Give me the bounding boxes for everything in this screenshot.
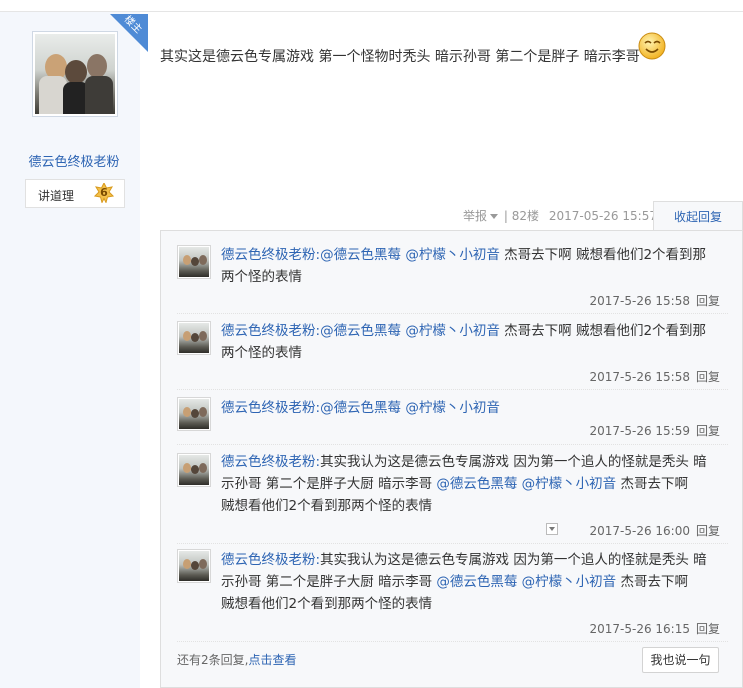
reply-username[interactable]: 德云色终极老粉: xyxy=(221,247,320,263)
reply-divider xyxy=(177,389,728,390)
reply-content: 德云色终极老粉:其实我认为这是德云色专属游戏 因为第一个追人的怪就是秃头 暗 示… xyxy=(221,451,721,517)
mention-link[interactable]: @德云色黑莓 xyxy=(320,323,401,339)
reply-username[interactable]: 德云色终极老粉: xyxy=(221,400,320,416)
reply-time: 2017-5-26 15:58 xyxy=(589,370,690,384)
more-options-dropdown-icon[interactable] xyxy=(546,523,558,535)
floor-number: 82楼 xyxy=(511,209,539,223)
mention-link[interactable]: @德云色黑莓 xyxy=(320,400,401,416)
mention-link[interactable]: @德云色黑莓 xyxy=(436,476,517,492)
more-replies-count: 还有2条回复, xyxy=(177,653,249,667)
reply-content: 德云色终极老粉:@德云色黑莓 @柠檬丶小初音 杰哥去下啊 贼想看他们2个看到那 … xyxy=(221,320,721,364)
reply-avatar[interactable] xyxy=(177,549,211,583)
reply-avatar[interactable] xyxy=(177,321,211,355)
mention-link[interactable]: @柠檬丶小初音 xyxy=(405,323,500,339)
reply-meta: 2017-5-26 16:00 回复 xyxy=(589,522,720,539)
mention-link[interactable]: @柠檬丶小初音 xyxy=(522,476,617,492)
post-content: 其实这是德云色专属游戏 第一个怪物时秃头 暗示孙哥 第二个是胖子 暗示李哥 xyxy=(160,49,640,65)
reply-text: 两个怪的表情 xyxy=(221,345,302,361)
reply-text: 杰哥去下啊 xyxy=(616,476,688,492)
mention-link[interactable]: @德云色黑莓 xyxy=(436,574,517,590)
view-more-link[interactable]: 点击查看 xyxy=(248,653,296,667)
reply-text: 示孙哥 第二个是胖子大厨 暗示李哥 xyxy=(221,476,437,492)
reply-button[interactable]: 回复 xyxy=(696,524,720,538)
reply-avatar[interactable] xyxy=(177,453,211,487)
reply-username[interactable]: 德云色终极老粉: xyxy=(221,323,320,339)
mention-link[interactable]: @柠檬丶小初音 xyxy=(405,400,500,416)
more-replies-hint: 还有2条回复,点击查看 xyxy=(177,651,296,668)
level-star-icon: 6 xyxy=(94,183,114,203)
level-number: 6 xyxy=(100,186,108,199)
mention-link[interactable]: @柠檬丶小初音 xyxy=(522,574,617,590)
reply-divider xyxy=(177,444,728,445)
chevron-down-icon xyxy=(490,214,499,219)
collapse-replies-tab[interactable]: 收起回复 xyxy=(653,201,743,231)
reply-avatar[interactable] xyxy=(177,397,211,431)
reply-text: 示孙哥 第二个是胖子大厨 暗示李哥 xyxy=(221,574,437,590)
reply-text: 贼想看他们2个看到那两个怪的表情 xyxy=(221,498,433,514)
tail-separator: | xyxy=(503,209,508,223)
reply-avatar[interactable] xyxy=(177,245,211,279)
reply-divider xyxy=(177,313,728,314)
reply-text: 两个怪的表情 xyxy=(221,269,302,285)
author-name-link[interactable]: 德云色终极老粉 xyxy=(0,151,148,170)
reply-meta: 2017-5-26 15:58 回复 xyxy=(589,292,720,309)
reply-text: 杰哥去下啊 贼想看他们2个看到那 xyxy=(499,323,707,339)
reply-text: 杰哥去下啊 xyxy=(616,574,688,590)
level-title: 讲道理 xyxy=(38,189,75,203)
reply-divider xyxy=(177,543,728,544)
reply-content: 德云色终极老粉:@德云色黑莓 @柠檬丶小初音 xyxy=(221,397,721,419)
reply-time: 2017-5-26 15:58 xyxy=(589,294,690,308)
report-link[interactable]: 举报 xyxy=(463,209,500,223)
reply-time: 2017-5-26 16:15 xyxy=(589,622,690,636)
reply-username[interactable]: 德云色终极老粉: xyxy=(221,454,320,470)
reply-text: 其实我认为这是德云色专属游戏 因为第一个追人的怪就是秃头 暗 xyxy=(320,454,707,470)
top-divider xyxy=(0,0,743,12)
smiley-face-icon xyxy=(638,32,666,60)
reply-meta: 2017-5-26 16:15 回复 xyxy=(589,620,720,637)
reply-button[interactable]: 回复 xyxy=(696,370,720,384)
say-something-button[interactable]: 我也说一句 xyxy=(642,647,719,673)
reply-time: 2017-5-26 15:59 xyxy=(589,424,690,438)
reply-content: 德云色终极老粉:@德云色黑莓 @柠檬丶小初音 杰哥去下啊 贼想看他们2个看到那 … xyxy=(221,244,721,288)
reply-button[interactable]: 回复 xyxy=(696,424,720,438)
mention-link[interactable]: @柠檬丶小初音 xyxy=(405,247,500,263)
reply-meta: 2017-5-26 15:58 回复 xyxy=(589,368,720,385)
mention-link[interactable]: @德云色黑莓 xyxy=(320,247,401,263)
reply-time: 2017-5-26 16:00 xyxy=(589,524,690,538)
reply-divider xyxy=(177,641,728,642)
reply-panel: 德云色终极老粉:@德云色黑莓 @柠檬丶小初音 杰哥去下啊 贼想看他们2个看到那 … xyxy=(160,230,743,688)
reply-button[interactable]: 回复 xyxy=(696,622,720,636)
reply-text: 杰哥去下啊 贼想看他们2个看到那 xyxy=(499,247,707,263)
reply-content: 德云色终极老粉:其实我认为这是德云色专属游戏 因为第一个追人的怪就是秃头 暗 示… xyxy=(221,549,721,615)
author-avatar[interactable] xyxy=(32,31,118,117)
reply-text: 其实我认为这是德云色专属游戏 因为第一个追人的怪就是秃头 暗 xyxy=(320,552,707,568)
reply-text: 贼想看他们2个看到那两个怪的表情 xyxy=(221,596,433,612)
reply-button[interactable]: 回复 xyxy=(696,294,720,308)
post-datetime: 2017-05-26 15:57 xyxy=(548,209,657,223)
reply-meta: 2017-5-26 15:59 回复 xyxy=(589,422,720,439)
author-sidebar: 楼主 德云色终极老粉 讲道理 6 xyxy=(0,12,148,688)
post-tail: 举报 | 82楼 2017-05-26 15:57 xyxy=(463,207,657,224)
avatar-photo xyxy=(35,34,115,114)
reply-username[interactable]: 德云色终极老粉: xyxy=(221,552,320,568)
user-level-box[interactable]: 讲道理 6 xyxy=(25,179,125,208)
